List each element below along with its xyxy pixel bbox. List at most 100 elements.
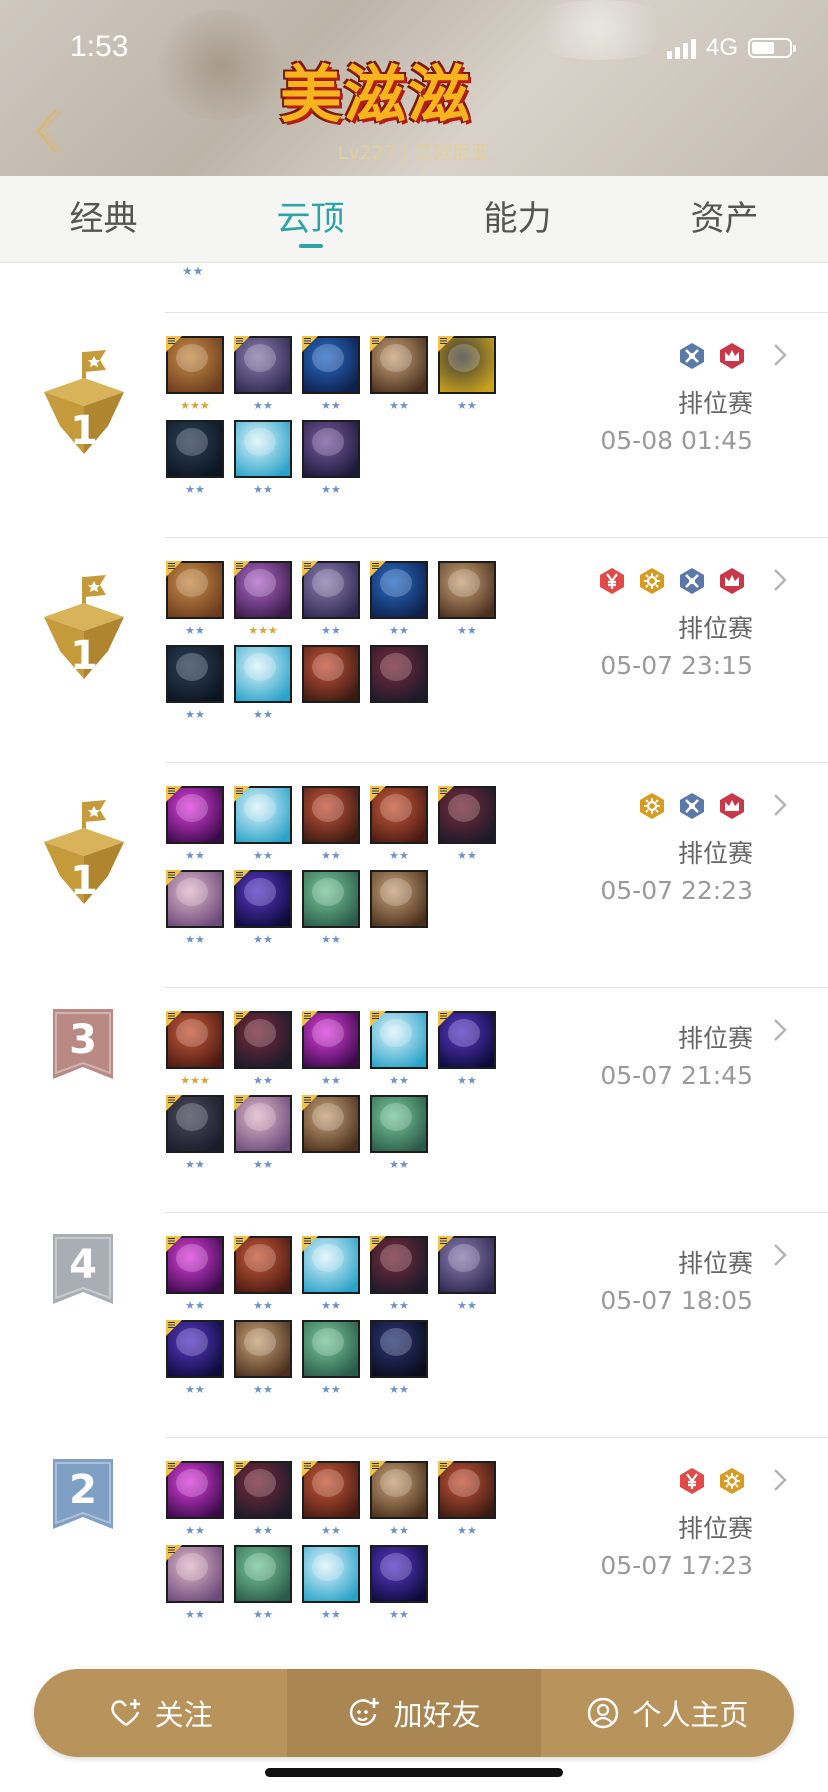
champion-icon: ★★ <box>166 1320 224 1395</box>
champion-icon <box>370 645 428 703</box>
champion-icon <box>302 645 360 703</box>
tab-assets[interactable]: 资产 <box>621 176 828 262</box>
champion-icon: ★★ <box>302 1320 360 1395</box>
star-level-2: ★★ <box>389 624 409 637</box>
star-level-2: ★★ <box>321 933 341 946</box>
star-level-2: ★★ <box>253 1524 273 1537</box>
star-level-2: ★★ <box>253 708 273 721</box>
champion-icon: ★★★ <box>166 336 224 411</box>
profile-header: 1:53 4G 美滋滋 Lv227 | 艾欧尼亚 <box>0 0 828 176</box>
champion-icon: ★★ <box>234 1011 292 1086</box>
battery-icon <box>748 38 796 58</box>
match-row[interactable]: 3 ★★★ ★★ ★★ ★★ ★★ ★★ ★★ ★★ 排位赛 05-07 21:45 <box>0 987 828 1212</box>
star-level-2: ★★ <box>321 399 341 412</box>
placement-number: 1 <box>70 858 98 904</box>
champion-icon: ★★ <box>166 420 224 495</box>
champion-icon: ★★ <box>370 786 428 861</box>
champion-icon: ★★ <box>438 786 496 861</box>
champion-icon: ★★ <box>166 786 224 861</box>
row-divider <box>165 1212 828 1213</box>
match-mode: 排位赛 <box>677 1514 753 1543</box>
match-row[interactable]: 1 ★★★ ★★ ★★ ★★ ★★ ★★ ★★ ★★ 排位赛 05-08 01:45 <box>0 312 828 537</box>
augment-badges <box>636 790 748 822</box>
star-level-3: ★★★ <box>180 1074 210 1087</box>
level-region: Lv227 | 艾欧尼亚 <box>337 142 491 164</box>
star-level-2: ★★ <box>185 1524 205 1537</box>
star-level-2: ★★ <box>389 399 409 412</box>
star-level-2: ★★ <box>253 1299 273 1312</box>
champion-icon: ★★ <box>234 420 292 495</box>
chevron-right-icon[interactable] <box>772 567 788 593</box>
augment-badges <box>596 565 748 597</box>
champion-icon: ★★ <box>234 645 292 720</box>
star-level-2: ★★ <box>253 1158 273 1171</box>
chevron-right-icon[interactable] <box>772 792 788 818</box>
match-row[interactable]: 2 ★★ ★★ ★★ ★★ ★★ ★★ ★★ ★★ ★★ 排位赛 05-07 17:23 <box>0 1437 828 1662</box>
champion-icon: ★★ <box>370 336 428 411</box>
gear-icon <box>716 1465 748 1497</box>
champion-icon: ★★ <box>370 1236 428 1311</box>
star-level-2: ★★ <box>389 1158 409 1171</box>
champion-icon: ★★ <box>166 1095 224 1170</box>
mode-tabs: 经典 云顶 能力 资产 <box>0 176 828 263</box>
match-row[interactable]: 1 ★★ ★★ ★★ ★★ ★★ ★★ ★★ ★★ 排位赛 05-07 22:23 <box>0 762 828 987</box>
champion-icon: ★★ <box>370 1320 428 1395</box>
champion-icon: ★★ <box>234 1461 292 1536</box>
sword-shield-icon <box>676 565 708 597</box>
placement-badge-3: 3 <box>50 1007 116 1083</box>
row-divider <box>165 312 828 313</box>
champion-icon: ★★ <box>166 870 224 945</box>
row-divider <box>165 762 828 763</box>
tab-classic[interactable]: 经典 <box>0 176 207 262</box>
star-level-2: ★★ <box>185 1383 205 1396</box>
match-row[interactable]: 1 ★★ ★★★ ★★ ★★ ★★ ★★ ★★ 排位赛 05-07 23:15 <box>0 537 828 762</box>
star-level-2: ★★ <box>321 1074 341 1087</box>
chevron-right-icon[interactable] <box>772 1242 788 1268</box>
match-row[interactable]: 4 ★★ ★★ ★★ ★★ ★★ ★★ ★★ ★★ ★★ 排位赛 05-07 18:05 <box>0 1212 828 1437</box>
champion-icon: ★★ <box>166 561 224 636</box>
chevron-right-icon[interactable] <box>772 1467 788 1493</box>
champion-icon: ★★ <box>438 1236 496 1311</box>
placement-badge-4: 4 <box>50 1232 116 1308</box>
champion-icon: ★★ <box>302 1545 360 1620</box>
star-level-2: ★★ <box>185 849 205 862</box>
match-list[interactable]: ★★ 1 ★★★ ★★ ★★ ★★ ★★ ★★ ★★ ★★ 排位赛 05-08 01:45 1 ★★ ★★… <box>0 262 828 1792</box>
placement-number: 1 <box>70 408 98 454</box>
status-time: 1:53 <box>70 30 129 63</box>
champion-icon: ★★ <box>166 1236 224 1311</box>
champion-icon: ★★ <box>166 1545 224 1620</box>
tab-tft[interactable]: 云顶 <box>207 176 414 262</box>
row-divider <box>165 537 828 538</box>
chevron-right-icon[interactable] <box>772 1017 788 1043</box>
star-level-2: ★★ <box>389 1074 409 1087</box>
star-level-2: ★★ <box>185 483 205 496</box>
champion-icon: ★★ <box>438 336 496 411</box>
follow-button[interactable]: 关注 <box>34 1669 287 1757</box>
row-divider <box>165 1437 828 1438</box>
profile-action-bar: 关注 加好友 个人主页 <box>34 1669 794 1757</box>
gear-icon <box>636 790 668 822</box>
heart-plus-icon <box>110 1699 140 1727</box>
homepage-button[interactable]: 个人主页 <box>541 1669 794 1757</box>
match-time: 05-07 18:05 <box>600 1286 753 1315</box>
champion-icon: ★★ <box>302 786 360 861</box>
champion-icon: ★★ <box>234 870 292 945</box>
svg-text:★★: ★★ <box>182 264 204 278</box>
star-level-2: ★★ <box>185 933 205 946</box>
add-friend-button[interactable]: 加好友 <box>287 1669 541 1757</box>
tab-ability[interactable]: 能力 <box>414 176 621 262</box>
star-level-2: ★★ <box>185 1299 205 1312</box>
chevron-right-icon[interactable] <box>772 342 788 368</box>
champion-icon: ★★ <box>166 645 224 720</box>
champion-icon: ★★ <box>438 1461 496 1536</box>
champion-icon: ★★ <box>234 1320 292 1395</box>
nickname: 美滋滋 <box>280 58 473 131</box>
champion-icon: ★★ <box>370 1545 428 1620</box>
star-level-2: ★★ <box>321 1524 341 1537</box>
placement-number: 1 <box>70 633 98 679</box>
star-level-2: ★★ <box>253 849 273 862</box>
network-label: 4G <box>705 34 738 61</box>
star-level-2: ★★ <box>253 933 273 946</box>
star-level-2: ★★ <box>253 483 273 496</box>
star-level-2: ★★ <box>321 1608 341 1621</box>
